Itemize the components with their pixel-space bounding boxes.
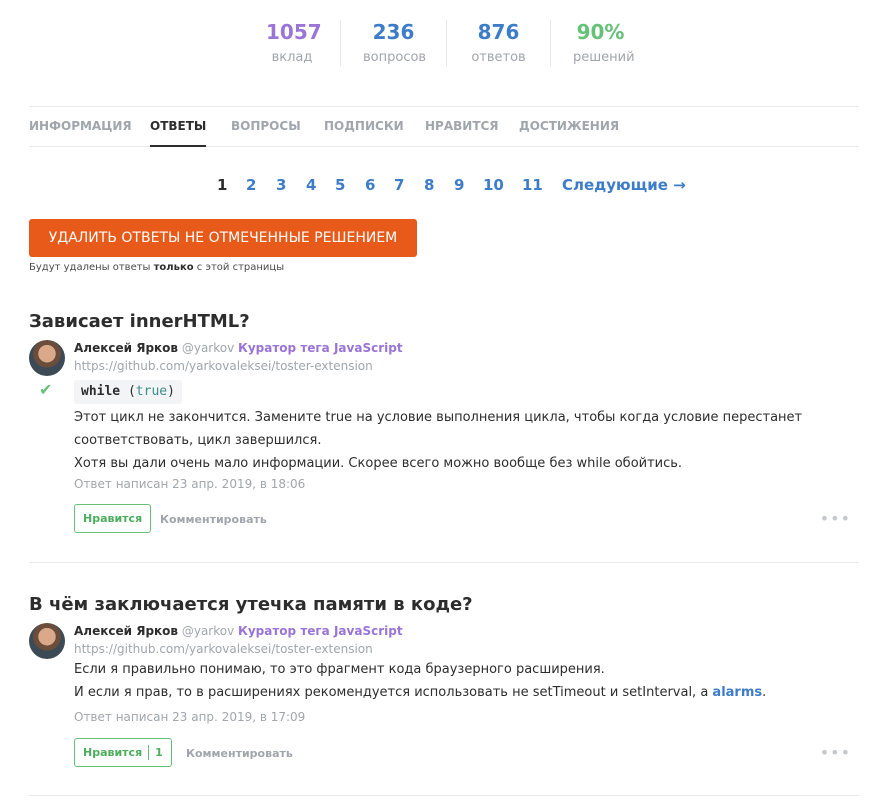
tab-subscriptions[interactable]: ПОДПИСКИ <box>324 107 404 147</box>
author-name[interactable]: Алексей Ярков <box>74 341 178 355</box>
stat-value: 876 <box>477 20 520 44</box>
code-snippet: while (true) <box>74 380 182 404</box>
tab-likes[interactable]: НРАВИТСЯ <box>425 107 499 147</box>
like-label: Нравится <box>83 512 143 525</box>
next-page-link[interactable]: Следующие → <box>562 175 686 195</box>
tab-questions[interactable]: ВОПРОСЫ <box>231 107 301 147</box>
checkmark-icon: ✔ <box>39 380 53 399</box>
alarms-link[interactable]: alarms <box>712 685 762 700</box>
code-keyword: while <box>81 384 121 399</box>
code-punct: ( <box>120 384 136 399</box>
tab-achievements[interactable]: ДОСТИЖЕНИЯ <box>519 107 619 147</box>
page-link[interactable]: 5 <box>335 175 345 195</box>
author-role: Куратор тега JavaScript <box>238 624 403 638</box>
comment-button[interactable]: Комментировать <box>186 747 293 760</box>
author-nick: @yarkov <box>181 624 235 638</box>
stat-value: 90% <box>576 20 625 44</box>
author-info: Алексей Ярков @yarkov Куратор тега JavaS… <box>74 623 403 639</box>
delete-note-text: с этой страницы <box>193 262 285 273</box>
page-link[interactable]: 4 <box>306 175 316 195</box>
author-nick: @yarkov <box>181 341 235 355</box>
answer-item: Зависает innerHTML? Алексей Ярков @yarko… <box>29 310 859 563</box>
answer-item: В чём заключается утечка памяти в коде? … <box>29 593 859 796</box>
question-title-link[interactable]: В чём заключается утечка памяти в коде? <box>29 593 859 617</box>
profile-tabs: ИНФОРМАЦИЯ ОТВЕТЫ ВОПРОСЫ ПОДПИСКИ НРАВИ… <box>29 106 859 147</box>
ellipsis-icon[interactable]: ••• <box>820 509 851 528</box>
delete-unsolved-answers-button[interactable]: УДАЛИТЬ ОТВЕТЫ НЕ ОТМЕЧЕННЫЕ РЕШЕНИЕМ <box>29 219 417 257</box>
page-link[interactable]: 3 <box>276 175 286 195</box>
answer-line: И если я прав, то в расширениях рекоменд… <box>74 681 854 704</box>
author-link[interactable]: https://github.com/yarkovaleksei/toster-… <box>74 359 373 373</box>
page-link-current: 1 <box>217 176 228 194</box>
answer-text: Если я правильно понимаю, то это фрагмен… <box>74 658 854 704</box>
tab-answers[interactable]: ОТВЕТЫ <box>150 107 207 147</box>
stat-contribution: 1057 вклад <box>244 20 340 66</box>
page-link[interactable]: 7 <box>394 175 404 195</box>
answer-timestamp[interactable]: Ответ написан 23 апр. 2019, в 18:06 <box>74 477 305 491</box>
page-link[interactable]: 6 <box>365 175 375 195</box>
delete-note: Будут удалены ответы только с этой стран… <box>29 262 284 273</box>
stat-label: вклад <box>271 50 313 65</box>
stat-label: ответов <box>471 50 526 65</box>
author-name[interactable]: Алексей Ярков <box>74 624 178 638</box>
like-count: 1 <box>148 745 163 760</box>
stat-label: вопросов <box>363 50 427 65</box>
like-label: Нравится <box>83 746 143 759</box>
author-link[interactable]: https://github.com/yarkovaleksei/toster-… <box>74 642 373 656</box>
answer-line: Хотя вы дали очень мало информации. Скор… <box>74 456 683 471</box>
like-button[interactable]: Нравится 1 <box>74 738 172 767</box>
code-punct: ) <box>167 384 175 399</box>
like-button[interactable]: Нравится <box>74 504 152 533</box>
stat-questions[interactable]: 236 вопросов <box>340 20 446 66</box>
page-link[interactable]: 2 <box>246 175 256 195</box>
profile-stats: 1057 вклад 236 вопросов 876 ответов 90% … <box>244 20 650 66</box>
avatar[interactable] <box>29 623 65 659</box>
stat-answers[interactable]: 876 ответов <box>446 20 550 66</box>
page-link[interactable]: 8 <box>424 175 434 195</box>
stat-value: 1057 <box>266 20 322 44</box>
author-role: Куратор тега JavaScript <box>238 341 403 355</box>
page-link[interactable]: 10 <box>483 175 504 195</box>
stat-solutions: 90% решений <box>550 20 650 66</box>
answer-text: Этот цикл не закончится. Замените true н… <box>74 406 854 475</box>
tab-info[interactable]: ИНФОРМАЦИЯ <box>29 107 132 147</box>
answer-line: соответствовать, цикл завершился. <box>74 433 322 448</box>
code-literal: true <box>135 384 168 399</box>
comment-button[interactable]: Комментировать <box>160 513 267 526</box>
question-title-link[interactable]: Зависает innerHTML? <box>29 310 859 334</box>
page-link[interactable]: 9 <box>454 175 464 195</box>
avatar[interactable] <box>29 340 65 376</box>
pagination: 1 2 3 4 5 6 7 8 9 10 11 Следующие → <box>0 175 887 197</box>
delete-note-text: Будут удалены ответы <box>29 262 154 273</box>
answer-line: Этот цикл не закончится. Замените true н… <box>74 410 803 425</box>
stat-label: решений <box>573 50 635 65</box>
answer-timestamp[interactable]: Ответ написан 23 апр. 2019, в 17:09 <box>74 710 305 724</box>
delete-note-emphasis: только <box>153 262 194 273</box>
answer-line: Если я правильно понимаю, то это фрагмен… <box>74 662 605 677</box>
answer-line-text: И если я прав, то в расширениях рекоменд… <box>74 685 713 700</box>
ellipsis-icon[interactable]: ••• <box>820 743 851 762</box>
answer-line-text: . <box>762 685 767 700</box>
page-link[interactable]: 11 <box>522 175 543 195</box>
author-info: Алексей Ярков @yarkov Куратор тега JavaS… <box>74 340 403 356</box>
stat-value: 236 <box>372 20 415 44</box>
